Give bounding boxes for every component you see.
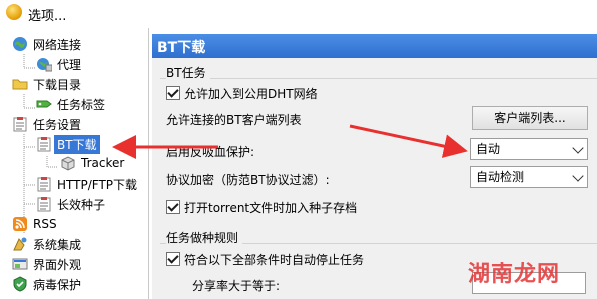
proxy-globe-icon xyxy=(36,56,53,72)
http-ftp-icon xyxy=(36,176,52,192)
network-globe-icon xyxy=(12,36,28,52)
tree-item-appearance[interactable]: 界面外观 xyxy=(12,254,81,274)
tree-item-tracker[interactable]: Tracker xyxy=(60,153,124,173)
long-seed-icon xyxy=(36,196,52,212)
tree-item-virus-protection[interactable]: 病毒保护 xyxy=(12,274,81,294)
client-list-button[interactable]: 客户端列表... xyxy=(472,106,588,130)
allow-dht-checkbox[interactable] xyxy=(166,86,180,100)
encryption-select[interactable]: 自动检测 xyxy=(470,166,588,188)
options-tree: 网络连接 代理 下载目录 任务标签 任务设置 BT下载 Tracker HTTP… xyxy=(0,28,149,299)
seed-rules-title: 任务做种规则 xyxy=(166,229,243,246)
anti-leech-label: 启用反吸血保护: xyxy=(166,145,255,159)
system-integration-icon xyxy=(12,236,28,252)
torrent-seed-checkbox[interactable] xyxy=(166,200,180,214)
app-logo-icon xyxy=(6,4,22,20)
tree-item-download-dir[interactable]: 下载目录 xyxy=(12,74,81,94)
allow-dht-label: 允许加入到公用DHT网络 xyxy=(184,87,318,101)
anti-leech-select[interactable]: 自动 xyxy=(470,138,588,160)
tree-item-long-seed[interactable]: 长效种子 xyxy=(36,194,105,214)
allowed-clients-label: 允许连接的BT客户端列表 xyxy=(166,113,302,127)
chevron-down-icon xyxy=(572,170,584,182)
bt-group-title: BT任务 xyxy=(166,64,210,81)
bt-group-divider xyxy=(160,78,597,79)
task-settings-icon xyxy=(12,116,28,132)
watermark: 湖南龙网 xyxy=(468,262,561,287)
tree-item-task-settings[interactable]: 任务设置 xyxy=(12,114,81,134)
tree-item-task-tags[interactable]: 任务标签 xyxy=(36,94,105,114)
tree-item-http-ftp[interactable]: HTTP/FTP下载 xyxy=(36,174,137,194)
bt-task-icon xyxy=(36,136,52,152)
torrent-seed-label: 打开torrent文件时加入种子存档 xyxy=(184,201,358,215)
title-bar: 选项... xyxy=(0,0,597,26)
tree-item-proxy[interactable]: 代理 xyxy=(36,54,81,74)
tracker-box-icon xyxy=(60,155,76,171)
stop-all-checkbox[interactable] xyxy=(166,252,180,266)
tree-item-bt-download[interactable]: BT下载 xyxy=(36,134,100,154)
tag-icon xyxy=(36,96,52,112)
encryption-value: 自动检测 xyxy=(476,170,525,184)
stop-all-label: 符合以下全部条件时自动停止任务 xyxy=(184,253,365,267)
panel-header: BT下载 xyxy=(152,34,597,58)
appearance-icon xyxy=(12,256,28,272)
virus-protection-icon xyxy=(12,276,28,292)
anti-leech-value: 自动 xyxy=(476,142,501,156)
folder-icon xyxy=(12,76,28,92)
tree-item-network[interactable]: 网络连接 xyxy=(12,34,81,54)
encryption-label: 协议加密（防范BT协议过滤）: xyxy=(166,173,330,187)
chevron-down-icon xyxy=(572,142,584,154)
tree-item-system-integration[interactable]: 系统集成 xyxy=(12,234,81,254)
rss-icon xyxy=(12,216,28,232)
window-title: 选项... xyxy=(28,9,67,24)
share-ratio-label: 分享率大于等于: xyxy=(192,279,281,293)
tree-item-rss[interactable]: RSS xyxy=(12,214,57,234)
